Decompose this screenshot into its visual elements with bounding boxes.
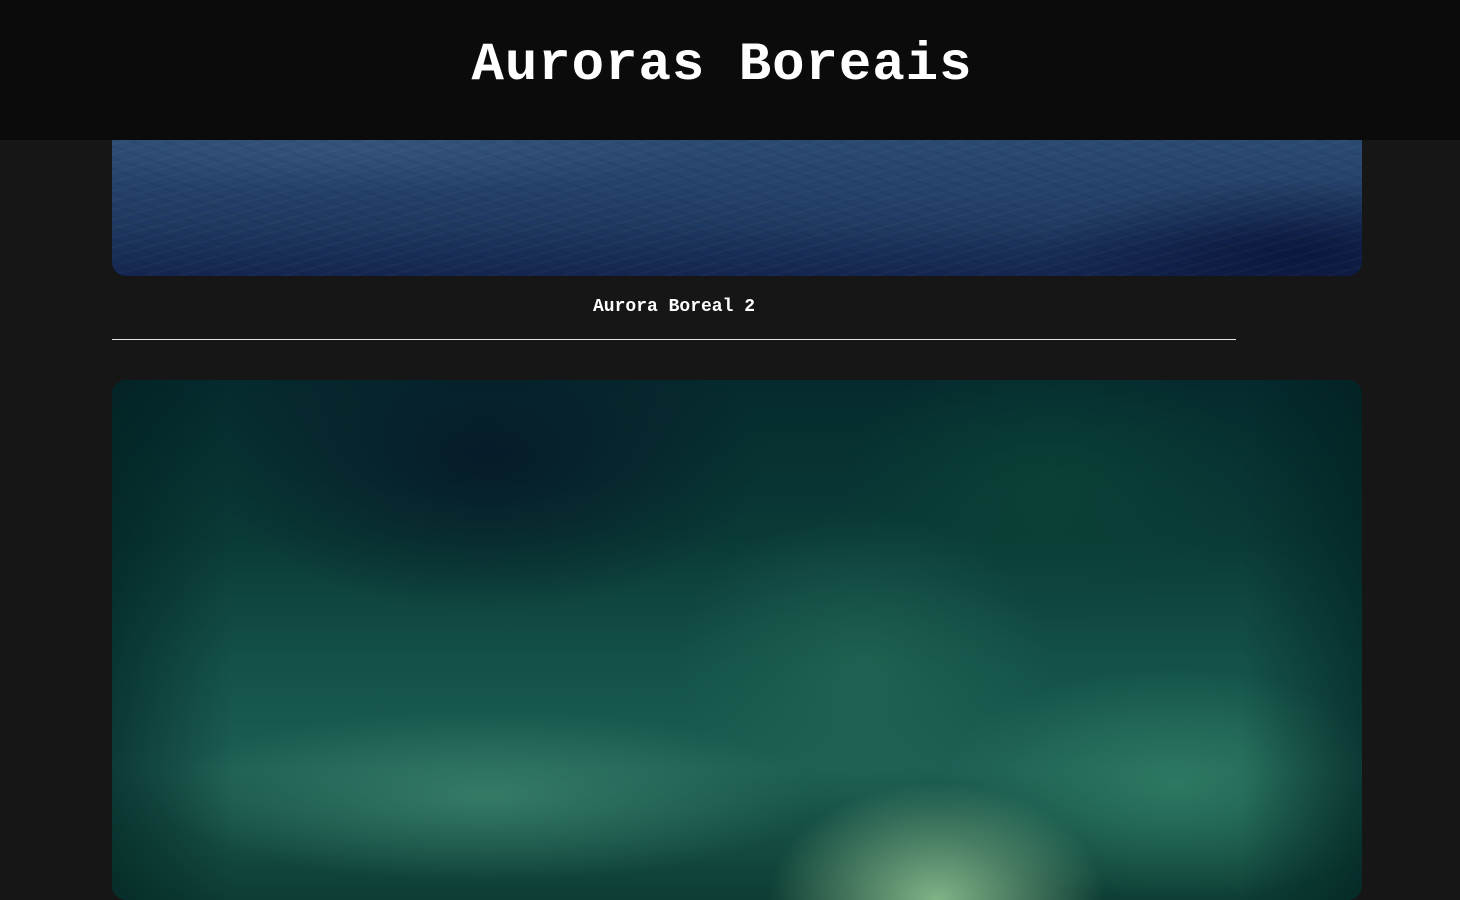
site-title: Auroras Boreais — [471, 35, 973, 96]
aurora-photo-3 — [112, 380, 1362, 900]
photo-caption-2: Aurora Boreal 2 — [592, 297, 756, 317]
divider — [112, 339, 1236, 340]
site-header: Auroras Boreais — [0, 0, 1460, 140]
photo-shade-right — [1242, 380, 1362, 900]
photo-shade-left — [112, 380, 232, 900]
